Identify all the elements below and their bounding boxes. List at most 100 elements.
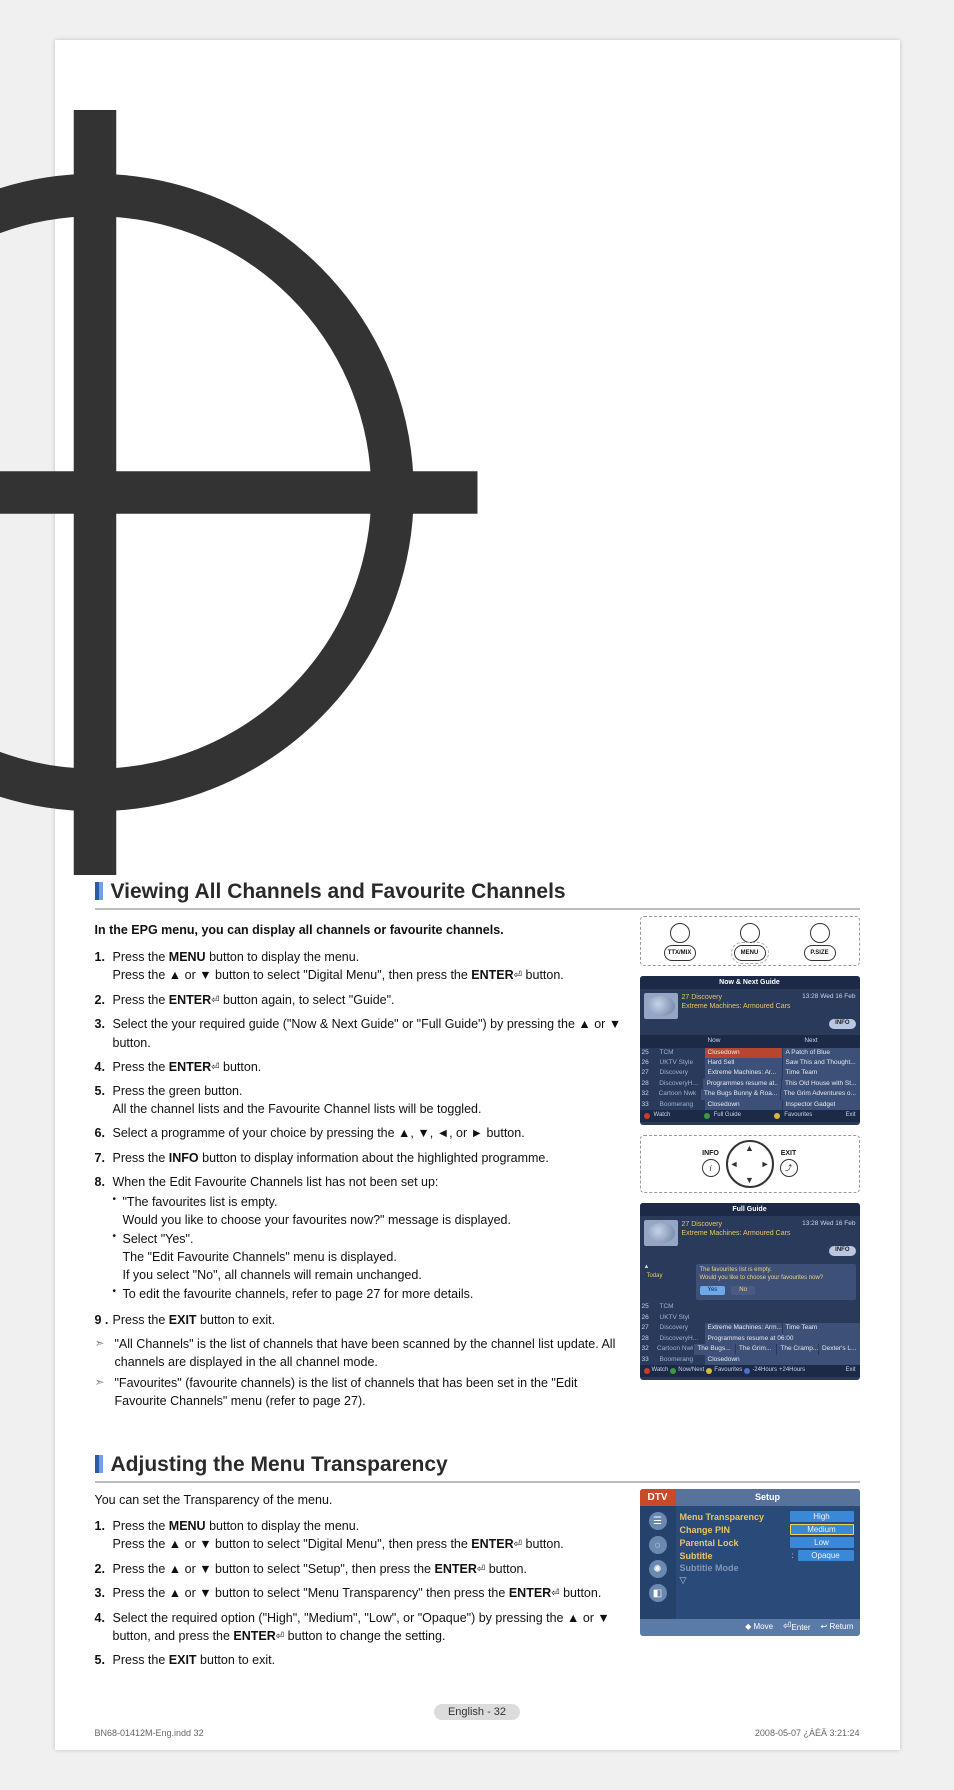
footer-nownext: Now/Next (678, 1367, 704, 1375)
step-number: 2. (95, 1560, 113, 1579)
blue-dot-icon (744, 1368, 750, 1374)
footer-minus24: -24Hours (752, 1367, 777, 1375)
current-programme: Extreme Machines: Armoured Cars (682, 1229, 856, 1238)
subtitle-label: Subtitle (680, 1551, 713, 1561)
step-body: Press the INFO button to display informa… (113, 1149, 628, 1167)
parental-lock-label: Parental Lock (680, 1538, 739, 1548)
favourites-empty-dialog: The favourites list is empty. Would you … (696, 1264, 856, 1300)
step-number: 3. (95, 1584, 113, 1603)
step-number: 6. (95, 1124, 113, 1142)
remote-circle-icon (740, 923, 760, 943)
step-body: Press the MENU button to display the men… (113, 1517, 628, 1554)
current-channel: 27 Discovery (682, 1220, 722, 1229)
footer-exit: Exit (845, 1367, 855, 1375)
setup-category-icons: ☰ ◌ ✺ ◧ (640, 1506, 676, 1619)
step-body: Select the required option ("High", "Med… (113, 1609, 628, 1646)
subtitle-colon: : (789, 1551, 795, 1560)
print-footer: BN68-01412M-Eng.indd 32 2008-05-07 ¿ÀÈÄ … (95, 1728, 860, 1738)
step-body: When the Edit Favourite Channels list ha… (113, 1173, 628, 1305)
guide-row: 26UKTV StyleHard SellSaw This and Though… (640, 1058, 860, 1068)
red-dot-icon (644, 1368, 650, 1374)
step-body: Press the EXIT button to exit. (113, 1311, 628, 1329)
print-timestamp: 2008-05-07 ¿ÀÈÄ 3:21:24 (755, 1728, 860, 1738)
dtv-badge: DTV (640, 1489, 676, 1506)
step-number: 4. (95, 1609, 113, 1646)
section-title-transparency: Adjusting the Menu Transparency (95, 1453, 860, 1483)
footer-fullguide: Full Guide (714, 1112, 741, 1120)
footer-favourites: Favourites (714, 1367, 742, 1375)
now-next-guide-panel: Now & Next Guide 27 Discovery 13:28 Wed … (640, 976, 860, 1125)
channel-icon: ◌ (649, 1536, 667, 1554)
yellow-dot-icon (774, 1113, 780, 1119)
dialog-no-button: No (731, 1286, 755, 1296)
dialog-yes-button: Yes (700, 1286, 726, 1296)
option-opaque: Opaque (798, 1550, 854, 1561)
guide-row: 26UKTV Styl. (640, 1313, 860, 1323)
guide1-rows: 25TCMClosedownA Patch of Blue26UKTV Styl… (640, 1048, 860, 1111)
psize-button: P.SIZE (804, 945, 836, 961)
step-body: Press the ENTER⏎ button. (113, 1058, 628, 1077)
guide-datetime: 13:28 Wed 16 Feb (802, 993, 855, 1002)
step-number: 3. (95, 1015, 113, 1051)
dialog-line2: Would you like to choose your favourites… (700, 1275, 852, 1283)
step-number: 1. (95, 1517, 113, 1554)
step-number: 1. (95, 948, 113, 985)
step-sublist: "The favourites list is empty.Would you … (113, 1193, 628, 1304)
step-number: 8. (95, 1173, 113, 1305)
guide-title: Now & Next Guide (640, 976, 860, 989)
remote-dpad-row: INFO i ▲▼◄► EXIT ⤴ (640, 1135, 860, 1193)
info-label: INFO (702, 1150, 719, 1157)
current-programme: Extreme Machines: Armoured Cars (682, 1002, 856, 1011)
crop-mark-icon (0, 110, 477, 880)
menu-transparency-label: Menu Transparency (680, 1512, 765, 1522)
print-filename: BN68-01412M-Eng.indd 32 (95, 1728, 204, 1738)
step-number: 5. (95, 1082, 113, 1118)
footer-exit: Exit (846, 1112, 856, 1120)
preview-thumbnail (644, 1220, 678, 1246)
guide-row: 25TCM. (640, 1302, 860, 1312)
guide2-rows: 25TCM.26UKTV Styl.27DiscoveryExtreme Mac… (640, 1302, 860, 1365)
footer-favourites: Favourites (784, 1112, 812, 1120)
subtitle-mode-label: Subtitle Mode (680, 1563, 739, 1573)
option-low: Low (790, 1537, 854, 1548)
step-number: 5. (95, 1651, 113, 1669)
info-icon: i (702, 1159, 720, 1177)
info-button: INFO (829, 1019, 855, 1029)
red-dot-icon (644, 1113, 650, 1119)
full-guide-panel: Full Guide 27 Discovery 13:28 Wed 16 Feb… (640, 1203, 860, 1380)
col-now: Now (668, 1037, 761, 1045)
step-body: Press the MENU button to display the men… (113, 948, 628, 985)
footer-plus24: +24Hours (779, 1367, 805, 1375)
guide-title: Full Guide (640, 1203, 860, 1216)
language-icon: ◧ (649, 1584, 667, 1602)
dialog-line1: The favourites list is empty. (700, 1267, 852, 1275)
section1-intro: In the EPG menu, you can display all cha… (95, 922, 628, 938)
guide-icon: ☰ (649, 1512, 667, 1530)
step-body: Press the green button.All the channel l… (113, 1082, 628, 1118)
nav-move: ◆ Move (745, 1622, 773, 1633)
note-item: "Favourites" (favourite channels) is the… (95, 1374, 628, 1410)
step-number: 9 . (95, 1311, 113, 1329)
step-number: 2. (95, 991, 113, 1010)
col-next: Next (765, 1037, 858, 1045)
guide-row: 28DiscoveryH...Programmes resume at..Thi… (640, 1079, 860, 1089)
step-number: 4. (95, 1058, 113, 1077)
step-number: 7. (95, 1149, 113, 1167)
section1-notes: "All Channels" is the list of channels t… (95, 1335, 628, 1411)
preview-thumbnail (644, 993, 678, 1019)
sublist-item: Select "Yes".The "Edit Favourite Channel… (113, 1230, 628, 1284)
guide-row: 32Cartoon NwkThe Bugs Bunny & Roa...The … (640, 1089, 860, 1099)
step-body: Press the ENTER⏎ button again, to select… (113, 991, 628, 1010)
setup-icon: ✺ (649, 1560, 667, 1578)
guide-row: 27DiscoveryExtreme Machines: Ar...Time T… (640, 1068, 860, 1078)
yellow-dot-icon (706, 1368, 712, 1374)
guide-datetime: 13:28 Wed 16 Feb (802, 1220, 855, 1229)
green-dot-icon (670, 1368, 676, 1374)
setup-title: Setup (676, 1489, 860, 1506)
more-indicator: ▽ (680, 1575, 687, 1586)
guide-row: 32Cartoon NwkThe Bugs...The Grim...The C… (640, 1344, 860, 1354)
guide-row: 27DiscoveryExtreme Machines: Arm...Time … (640, 1323, 860, 1333)
section1-steps: 1.Press the MENU button to display the m… (95, 948, 628, 1328)
guide-row: 25TCMClosedownA Patch of Blue (640, 1048, 860, 1058)
sublist-item: "The favourites list is empty.Would you … (113, 1193, 628, 1229)
